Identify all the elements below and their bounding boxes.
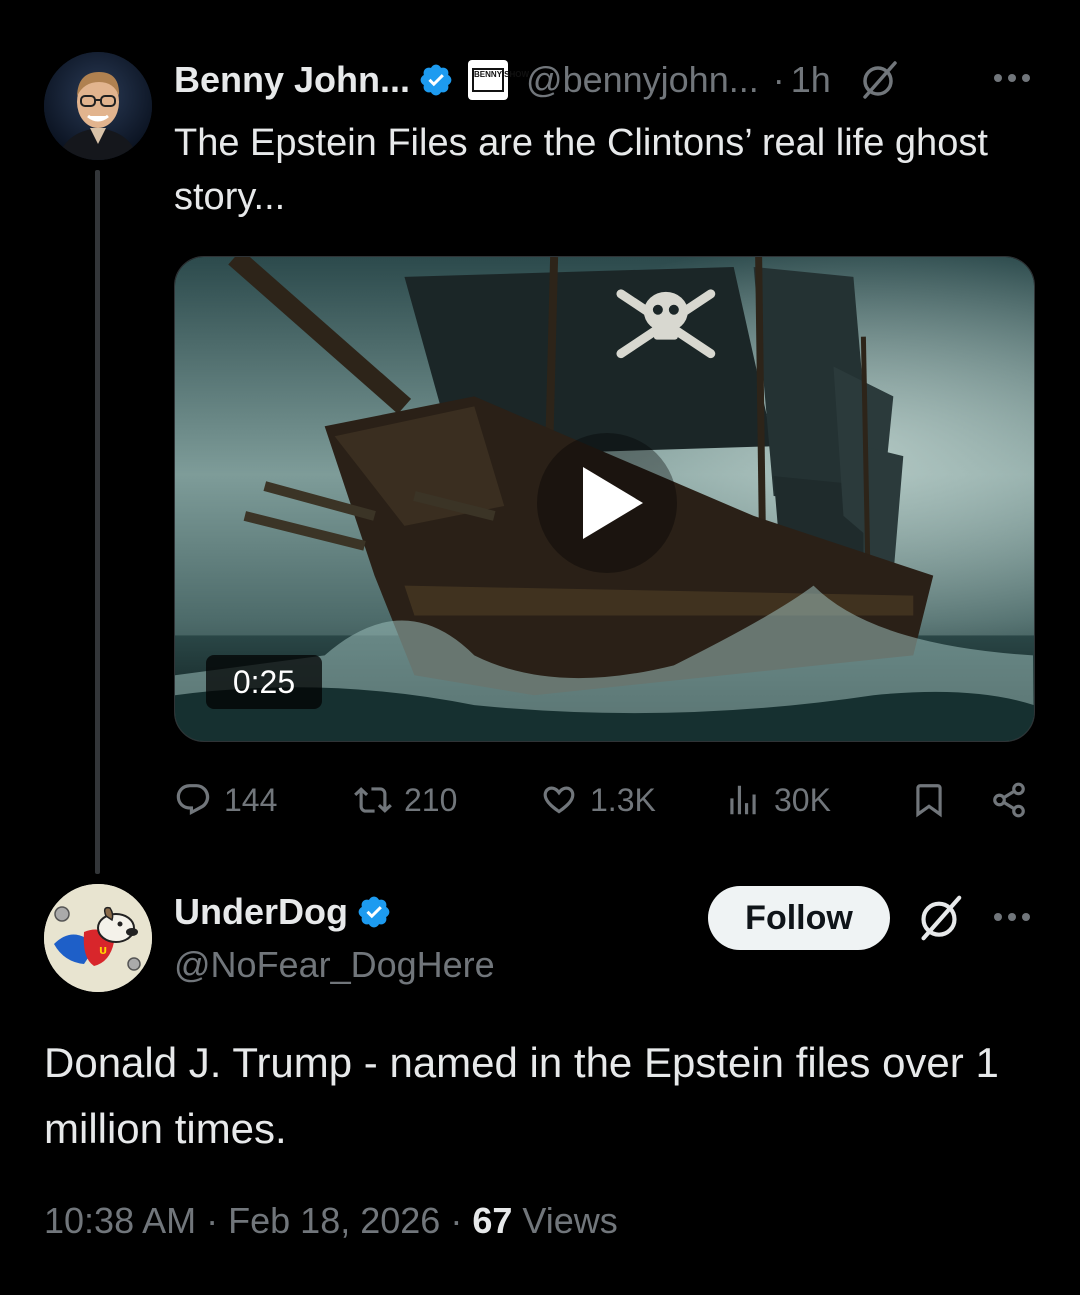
share-icon <box>993 782 1025 818</box>
views-count: 30K <box>774 781 831 818</box>
views-button[interactable]: 30K <box>724 774 831 826</box>
reply-count: 144 <box>224 781 278 818</box>
separator-dot: · <box>206 1200 219 1241</box>
play-icon[interactable] <box>527 433 687 573</box>
follow-button[interactable]: Follow <box>708 886 890 950</box>
repost-count: 210 <box>404 781 458 818</box>
author-name[interactable]: UnderDog <box>174 891 348 933</box>
timestamp-date[interactable]: Feb 18, 2026 <box>228 1200 440 1241</box>
tweet-metadata: 10:38 AM · Feb 18, 2026 · 67 Views <box>44 1200 618 1242</box>
tweet-text: The Epstein Files are the Clintons’ real… <box>174 122 988 218</box>
tweet-text: Donald J. Trump - named in the Epstein f… <box>44 1039 999 1152</box>
conversation-view: Benny John... BENNY SHOW @bennyjohn... ·… <box>0 0 1080 1295</box>
tweet-actions: 144 210 1.3K 30K <box>174 774 1044 826</box>
affiliate-badge-icon[interactable]: BENNY SHOW <box>468 60 529 100</box>
avatar-image: U <box>44 884 152 992</box>
reply-button[interactable]: 144 <box>174 774 277 826</box>
views-count[interactable]: 67 <box>472 1200 512 1241</box>
views-label: Views <box>522 1200 618 1241</box>
separator-dot: · <box>772 59 785 100</box>
reply-icon <box>176 784 210 816</box>
svg-text:U: U <box>99 946 107 957</box>
more-icon[interactable] <box>992 907 1032 927</box>
verified-badge-icon <box>358 896 390 928</box>
bookmark-icon <box>916 784 942 818</box>
like-icon <box>543 786 575 814</box>
avatar[interactable]: U <box>44 884 152 992</box>
author-name[interactable]: Benny John... <box>174 59 410 101</box>
reply-tweet-header: UnderDog <box>174 886 392 938</box>
tweet-time[interactable]: 1h <box>791 59 831 101</box>
thread-connector-line <box>95 170 100 874</box>
timestamp-time[interactable]: 10:38 AM <box>44 1200 196 1241</box>
views-icon <box>730 785 756 815</box>
author-handle[interactable]: @bennyjohn... <box>526 59 759 101</box>
affiliate-badge-label: BENNY SHOW <box>472 68 529 92</box>
repost-button[interactable]: 210 <box>354 774 457 826</box>
grok-icon[interactable] <box>914 893 964 943</box>
share-button[interactable] <box>990 774 1040 826</box>
verified-badge-icon <box>420 64 452 96</box>
video-player[interactable]: 0:25 <box>174 256 1035 742</box>
more-icon[interactable] <box>992 68 1032 88</box>
repost-icon <box>354 787 392 813</box>
separator-dot: · <box>450 1200 463 1241</box>
author-handle[interactable]: @NoFear_DogHere <box>174 940 495 990</box>
grok-icon[interactable] <box>857 59 899 101</box>
like-count: 1.3K <box>590 781 656 818</box>
bookmark-button[interactable] <box>910 774 960 826</box>
video-duration: 0:25 <box>206 655 322 709</box>
avatar-image <box>44 52 152 160</box>
parent-tweet-header: Benny John... BENNY SHOW @bennyjohn... ·… <box>174 54 899 106</box>
avatar[interactable] <box>44 52 152 160</box>
like-button[interactable]: 1.3K <box>540 774 656 826</box>
